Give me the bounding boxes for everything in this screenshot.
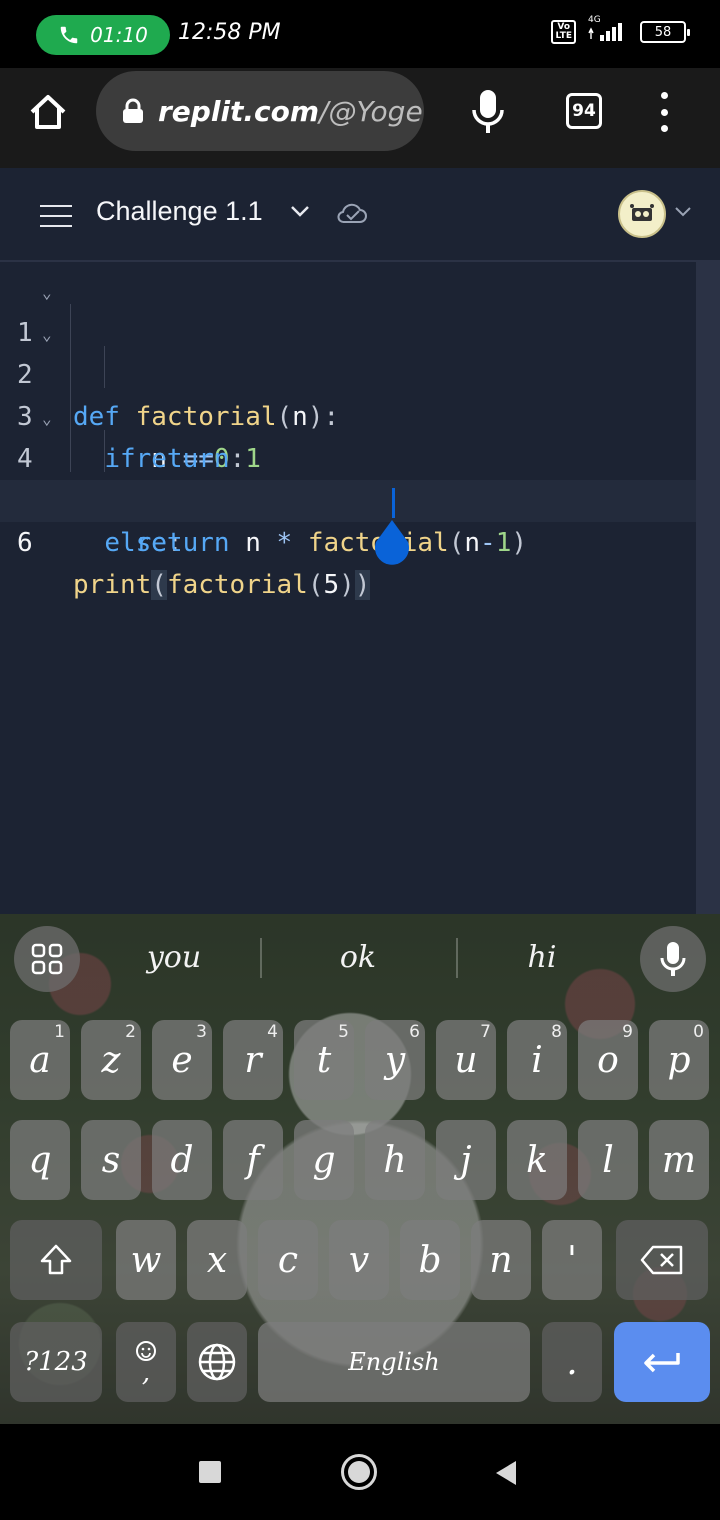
fold-chevron-icon[interactable]: ⌄ (42, 314, 52, 356)
battery-icon: 58 (640, 21, 690, 43)
key-f[interactable]: f (223, 1120, 283, 1200)
code-line[interactable]: 3 return 1 (0, 354, 696, 474)
network-type: 4G (588, 15, 601, 25)
key-i[interactable]: i8 (507, 1020, 567, 1100)
key-s[interactable]: s (81, 1120, 141, 1200)
url-text: replit.com/@Yoge (158, 95, 423, 128)
call-timer: 01:10 (90, 23, 148, 47)
back-icon[interactable] (494, 1460, 518, 1486)
battery-level: 58 (654, 24, 672, 40)
key-g[interactable]: g (294, 1120, 354, 1200)
replit-header: Challenge 1.1 (0, 168, 720, 262)
shift-key[interactable] (10, 1220, 102, 1300)
code-text: print(factorial(5)) (73, 570, 371, 600)
code-line[interactable]: 1 ⌄ def factorial(n): (0, 270, 696, 432)
phone-icon (60, 26, 78, 44)
key-v[interactable]: v (329, 1220, 389, 1300)
user-avatar[interactable] (618, 190, 666, 238)
enter-icon (644, 1353, 680, 1373)
symbols-key[interactable]: ?123 (10, 1322, 102, 1402)
code-line[interactable]: 5 return n * factorial(n-1) (0, 438, 696, 558)
chevron-down-icon[interactable] (674, 206, 692, 218)
globe-icon (198, 1343, 236, 1381)
shift-icon (40, 1244, 72, 1275)
code-editor[interactable]: 1 ⌄ def factorial(n): 2 ⌄ if n ==0: 3 re… (0, 262, 720, 914)
code-line-active[interactable]: 6 print(factorial(5)) (0, 480, 696, 600)
comma-label: , (141, 1358, 151, 1388)
backspace-key[interactable] (616, 1220, 708, 1300)
period-key[interactable]: . (542, 1322, 602, 1402)
key-x[interactable]: x (187, 1220, 247, 1300)
hamburger-menu-icon[interactable] (40, 205, 72, 227)
status-bar: 01:10 12:58 PM Vo LTE 4G 58 (0, 0, 720, 68)
suggestion-1[interactable]: you (94, 940, 254, 975)
suggestion-strip: you ok hi (0, 914, 720, 1006)
key-z[interactable]: z2 (81, 1020, 141, 1100)
key-y[interactable]: y6 (365, 1020, 425, 1100)
lock-icon (123, 98, 143, 123)
code-line[interactable]: 4 ⌄ else: (0, 396, 696, 558)
key-u[interactable]: u7 (436, 1020, 496, 1100)
key-k[interactable]: k (507, 1120, 567, 1200)
system-icons: Vo LTE 4G 58 (551, 15, 690, 44)
code-text: return n * factorial(n-1) (135, 528, 527, 558)
language-key[interactable] (187, 1322, 247, 1402)
key-a[interactable]: a1 (10, 1020, 70, 1100)
recents-icon[interactable] (199, 1461, 221, 1483)
emoji-comma-key[interactable]: , (116, 1322, 176, 1402)
voice-search-icon[interactable] (470, 88, 506, 136)
key-b[interactable]: b (400, 1220, 460, 1300)
fold-chevron-icon[interactable]: ⌄ (42, 398, 52, 440)
code-line[interactable]: 2 ⌄ if n ==0: (0, 312, 696, 474)
chevron-down-icon[interactable] (289, 204, 311, 218)
avatar-image-icon (630, 204, 654, 221)
suggestion-3[interactable]: hi (462, 940, 622, 975)
browser-toolbar: replit.com/@Yoge 94 (0, 68, 720, 168)
soft-keyboard: you ok hi a1 z2 e3 r4 t5 y6 u7 i8 o9 p0 … (0, 914, 720, 1424)
editor-scrollbar[interactable] (696, 262, 720, 914)
key-l[interactable]: l (578, 1120, 638, 1200)
url-path: /@Yoge (319, 94, 423, 128)
enter-key[interactable] (614, 1322, 710, 1402)
volte-icon: Vo LTE (551, 20, 576, 44)
system-nav-bar (0, 1424, 720, 1520)
key-t[interactable]: t5 (294, 1020, 354, 1100)
voice-input-icon[interactable] (640, 926, 706, 992)
home-icon[interactable] (26, 90, 70, 134)
home-nav-icon[interactable] (341, 1454, 377, 1490)
clock: 12:58 PM (178, 20, 281, 45)
key-n[interactable]: n (471, 1220, 531, 1300)
repl-title[interactable]: Challenge 1.1 (96, 196, 263, 227)
signal-icon: 4G (586, 15, 630, 43)
url-host: replit.com (158, 94, 320, 128)
overflow-menu-icon[interactable] (656, 92, 672, 132)
key-r[interactable]: r4 (223, 1020, 283, 1100)
apps-grid-icon[interactable] (14, 926, 80, 992)
key-apostrophe[interactable]: ' (542, 1220, 602, 1300)
key-e[interactable]: e3 (152, 1020, 212, 1100)
key-o[interactable]: o9 (578, 1020, 638, 1100)
line-number: 6 (17, 528, 33, 558)
address-bar[interactable]: replit.com/@Yoge (96, 71, 424, 151)
space-bar[interactable]: English (258, 1322, 530, 1402)
key-q[interactable]: q (10, 1120, 70, 1200)
key-d[interactable]: d (152, 1120, 212, 1200)
key-w[interactable]: w (116, 1220, 176, 1300)
key-c[interactable]: c (258, 1220, 318, 1300)
ongoing-call-pill[interactable]: 01:10 (36, 15, 170, 55)
cloud-saved-icon (337, 203, 367, 223)
key-h[interactable]: h (365, 1120, 425, 1200)
cursor-handle[interactable] (372, 518, 412, 566)
key-m[interactable]: m (649, 1120, 709, 1200)
text-cursor (392, 488, 395, 518)
key-j[interactable]: j (436, 1120, 496, 1200)
backspace-icon (640, 1245, 683, 1275)
key-p[interactable]: p0 (649, 1020, 709, 1100)
fold-chevron-icon[interactable]: ⌄ (42, 272, 52, 314)
tab-switcher-button[interactable]: 94 (566, 93, 602, 129)
suggestion-2[interactable]: ok (278, 940, 438, 975)
